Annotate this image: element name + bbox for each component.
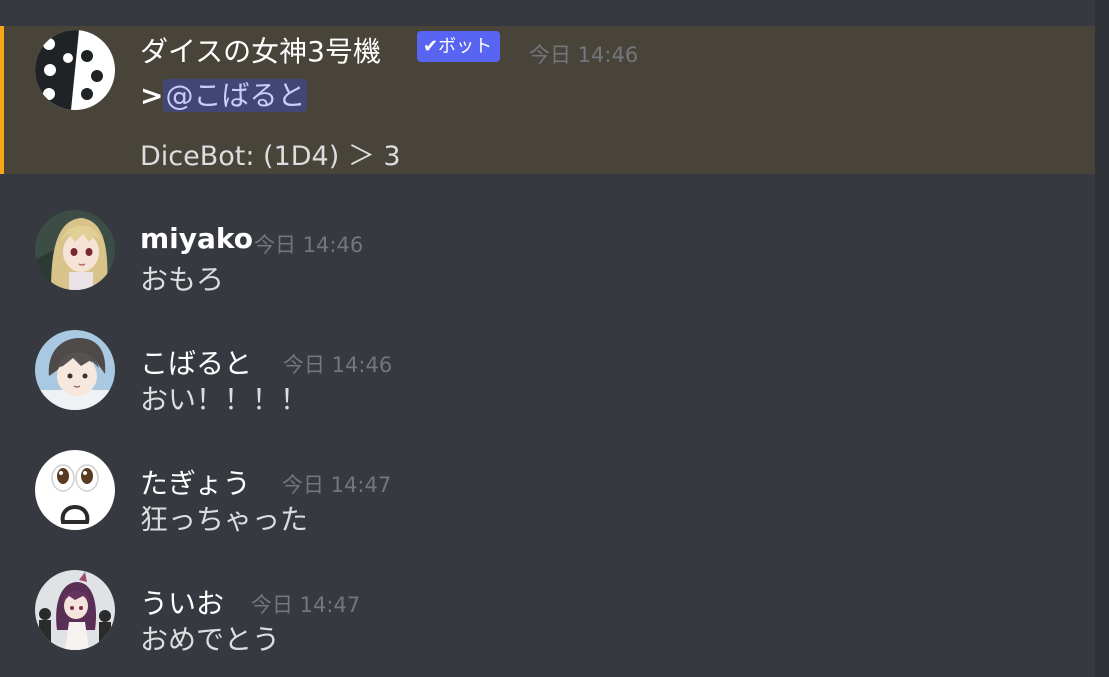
anime-character-avatar-icon[interactable] (35, 570, 115, 650)
message-content: >@こばると (140, 74, 308, 114)
timestamp: 今日 14:46 (529, 43, 639, 67)
message-item[interactable]: こばると 今日 14:46 おい！！！！ (0, 316, 1095, 426)
top-divider (0, 0, 1109, 24)
message-content: 狂っちゃった (140, 503, 309, 536)
timestamp: 今日 14:47 (282, 473, 392, 497)
message-item[interactable]: miyako 今日 14:46 おもろ (0, 196, 1095, 306)
message-content: おもろ (140, 263, 225, 296)
timestamp: 今日 14:46 (283, 353, 393, 377)
username[interactable]: miyako (140, 222, 253, 255)
message-item[interactable]: たぎょう 今日 14:47 狂っちゃった (0, 436, 1095, 546)
dice-roll-result: DiceBot: (1D4) ＞ 3 (140, 141, 401, 172)
username[interactable]: こばると (140, 342, 252, 382)
scrollbar-track[interactable] (1095, 0, 1109, 677)
anime-girl-avatar-icon[interactable] (35, 210, 115, 290)
dice-avatar-icon[interactable] (35, 30, 115, 110)
quote-prefix: > (140, 79, 164, 112)
user-mention[interactable]: @こばると (163, 79, 308, 112)
username[interactable]: ダイスの女神3号機 (140, 30, 381, 70)
username[interactable]: たぎょう (140, 462, 251, 502)
message-content: おい！！！！ (140, 383, 309, 416)
message-item[interactable]: ういお 今日 14:47 おめでとう (0, 556, 1095, 666)
anime-boy-avatar-icon[interactable] (35, 330, 115, 410)
surprised-face-avatar-icon[interactable] (35, 450, 115, 530)
username[interactable]: ういお (140, 582, 224, 622)
message-bot-highlighted[interactable]: ダイスの女神3号機 ✔ボット 今日 14:46 >@こばると DiceBot: … (0, 26, 1095, 174)
timestamp: 今日 14:47 (251, 593, 361, 617)
timestamp: 今日 14:46 (254, 233, 364, 257)
message-content: おめでとう (140, 623, 281, 656)
bot-badge: ✔ボット (417, 31, 501, 62)
